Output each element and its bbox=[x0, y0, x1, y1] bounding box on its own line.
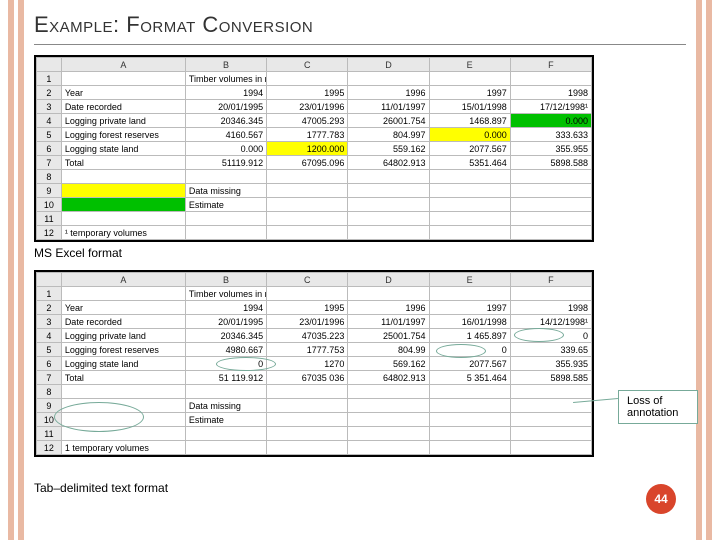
col-header: D bbox=[348, 58, 429, 72]
col-header: F bbox=[510, 58, 591, 72]
col-header: A bbox=[61, 58, 185, 72]
excel-caption: MS Excel format bbox=[34, 246, 686, 260]
callout-box: Loss of annotation bbox=[618, 390, 698, 424]
page-title: Example: Format Conversion bbox=[34, 12, 686, 45]
tab-caption: Tab–delimited text format bbox=[34, 481, 686, 495]
page-number-badge: 44 bbox=[646, 484, 676, 514]
col-header: C bbox=[267, 58, 348, 72]
col-header: E bbox=[429, 58, 510, 72]
excel-sheet: A B C D E F 1Timber volumes in m3 2Year1… bbox=[34, 55, 594, 242]
col-header: B bbox=[185, 58, 266, 72]
tab-sheet: ABCDEF 1Timber volumes in m3 2Year199419… bbox=[34, 270, 594, 457]
